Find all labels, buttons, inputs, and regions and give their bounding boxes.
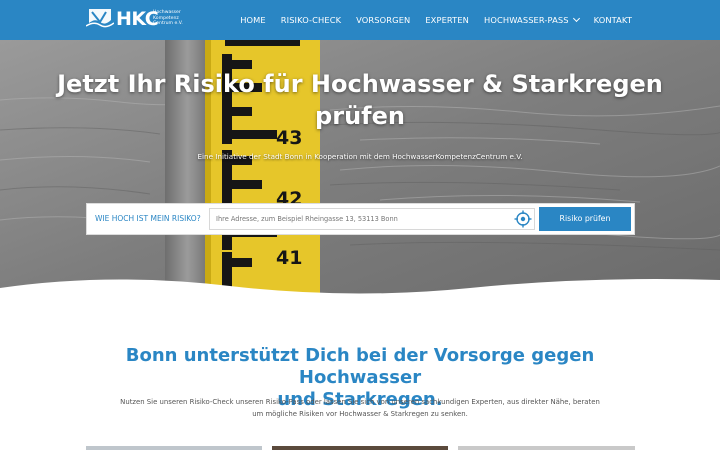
logo-text: HKC <box>116 8 159 30</box>
chevron-down-icon <box>572 14 580 23</box>
logo-subtitle: Hochwasser Kompetenz Centrum e.V. <box>153 10 183 26</box>
feature-card-1[interactable] <box>86 446 262 450</box>
address-input[interactable]: Ihre Adresse, zum Beispiel Rheingasse 13… <box>209 208 535 230</box>
logo-wave-icon <box>86 9 114 29</box>
nav-home[interactable]: HOME <box>240 15 266 25</box>
hero-title-line2: prüfen <box>315 102 405 130</box>
check-risk-button[interactable]: Risiko prüfen <box>539 207 631 231</box>
hero-subtitle: Eine Initiative der Stadt Bonn in Kooper… <box>197 152 523 161</box>
lead-line1: Nutzen Sie unseren Risiko-Check unseren … <box>120 398 600 406</box>
crosshair-icon[interactable] <box>514 210 532 228</box>
feature-card-2[interactable] <box>272 446 448 450</box>
hero-section: 43 42 41 Jetzt Ihr Risiko für Hochwasser… <box>0 40 720 305</box>
search-label: WIE HOCH IST MEIN RISIKO? <box>95 214 201 223</box>
headline-line1: Bonn unterstützt Dich bei der Vorsorge g… <box>125 345 595 388</box>
gauge-numbers: 43 42 41 <box>276 127 302 269</box>
nav-vorsorgen[interactable]: VORSORGEN <box>356 15 410 25</box>
nav-experten[interactable]: EXPERTEN <box>425 15 469 25</box>
nav-hochwasser-pass-label: HOCHWASSER-PASS <box>484 15 569 25</box>
hero-wave-divider <box>0 279 720 305</box>
hero-title: Jetzt Ihr Risiko für Hochwasser & Starkr… <box>0 68 720 132</box>
nav-hochwasser-pass[interactable]: HOCHWASSER-PASS <box>484 14 580 25</box>
nav-risiko-check[interactable]: RISIKO-CHECK <box>281 15 341 25</box>
main-nav: HOME RISIKO-CHECK VORSORGEN EXPERTEN HOC… <box>225 0 632 40</box>
section-lead-text: Nutzen Sie unseren Risiko-Check unseren … <box>95 396 625 420</box>
hero-title-line1: Jetzt Ihr Risiko für Hochwasser & Starkr… <box>57 70 663 98</box>
feature-card-3[interactable] <box>458 446 635 450</box>
feature-cards <box>86 446 635 450</box>
nav-kontakt[interactable]: KONTAKT <box>594 15 632 25</box>
gauge-number-41: 41 <box>276 247 302 269</box>
hkc-logo[interactable]: HKC Hochwasser Kompetenz Centrum e.V. <box>86 6 186 34</box>
site-header: HKC Hochwasser Kompetenz Centrum e.V. HO… <box>0 0 720 40</box>
risk-search-bar: WIE HOCH IST MEIN RISIKO? Ihre Adresse, … <box>86 203 635 235</box>
lead-line2: um mögliche Risiken vor Hochwasser & Sta… <box>252 410 468 418</box>
